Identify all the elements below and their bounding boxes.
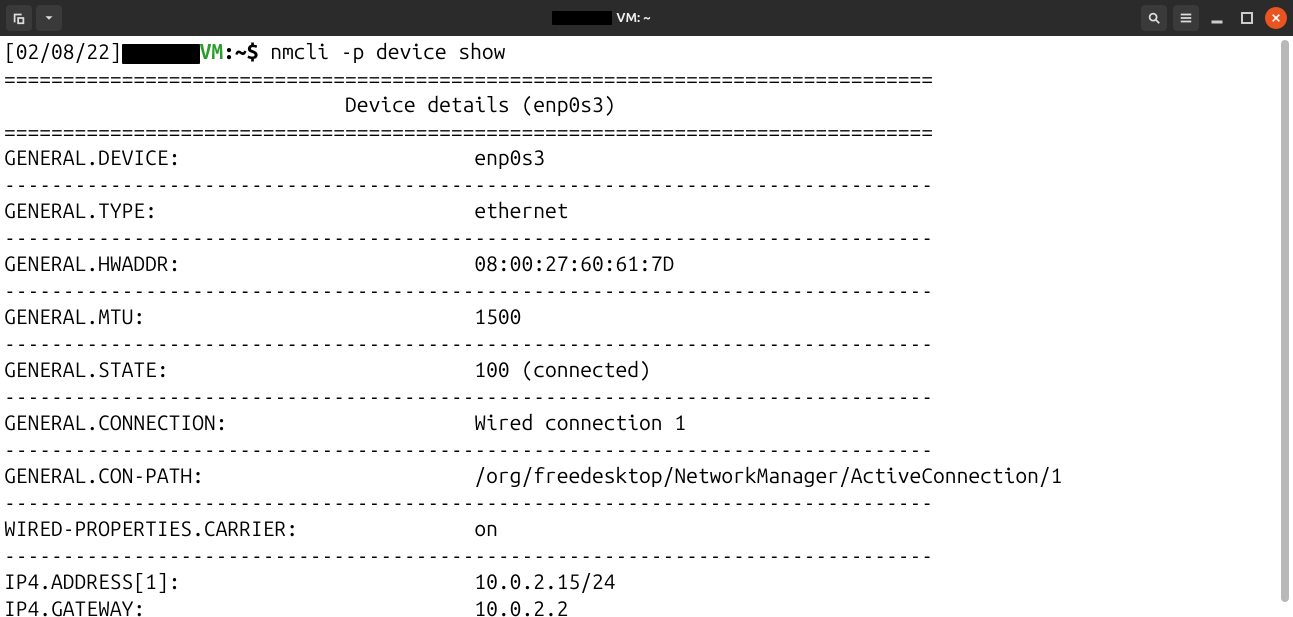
output-key: GENERAL.HWADDR: [4,251,474,275]
scrollbar-vertical[interactable] [1279,40,1291,613]
separator-dash: ----------------------------------------… [4,436,1026,463]
separator-dash: ----------------------------------------… [4,489,1026,516]
output-key: GENERAL.CON-PATH: [4,463,474,487]
output-row: GENERAL.CON-PATH: /org/freedesktop/Netwo… [4,462,1289,489]
separator-dash: ----------------------------------------… [4,542,1026,569]
hamburger-menu-button[interactable] [1173,5,1199,31]
redacted-user-prompt [122,44,200,64]
separator-dash: ----------------------------------------… [4,224,1026,251]
output-value: enp0s3 [474,145,545,169]
output-key: IP4.GATEWAY: [4,596,474,617]
separator-dash: ----------------------------------------… [4,171,1026,198]
separator-eq: ========================================… [4,118,1026,145]
output-row: GENERAL.DEVICE: enp0s3 [4,144,1289,171]
window-title: VM: ~ [68,11,1135,25]
output-row: GENERAL.TYPE: ethernet [4,197,1289,224]
prompt-host: VM [200,39,224,63]
output-value: 10.0.2.15/24 [474,569,615,593]
search-button[interactable] [1141,5,1167,31]
maximize-button[interactable] [1235,6,1259,30]
output-value: /org/freedesktop/NetworkManager/ActiveCo… [474,463,1062,487]
separator-dash: ----------------------------------------… [4,383,1026,410]
output-value: on [474,516,498,540]
tab-menu-dropdown[interactable] [36,5,62,31]
output-key: IP4.ADDRESS[1]: [4,569,474,593]
output-row: IP4.GATEWAY: 10.0.2.2 [4,595,1289,617]
output-value: Wired connection 1 [474,410,686,434]
output-value: 08:00:27:60:61:7D [474,251,674,275]
redacted-user [552,11,612,25]
prompt-symbol: $ [247,39,259,63]
prompt-date: [02/08/22] [4,39,122,63]
output-row: GENERAL.MTU: 1500 [4,303,1289,330]
prompt-line: [02/08/22] VM:~$ nmcli -p device show [4,38,1289,65]
output-row: GENERAL.HWADDR: 08:00:27:60:61:7D [4,250,1289,277]
scrollbar-thumb[interactable] [1281,40,1289,602]
output-key: GENERAL.STATE: [4,357,474,381]
output-key: GENERAL.TYPE: [4,198,474,222]
prompt-command: nmcli -p device show [270,39,505,63]
separator-dash: ----------------------------------------… [4,277,1026,304]
output-value: 100 (connected) [474,357,650,381]
terminal-output[interactable]: [02/08/22] VM:~$ nmcli -p device show===… [0,36,1293,617]
output-value: ethernet [474,198,568,222]
output-key: GENERAL.DEVICE: [4,145,474,169]
output-key: GENERAL.MTU: [4,304,474,328]
output-value: 1500 [474,304,521,328]
new-tab-button[interactable] [6,5,32,31]
window-titlebar: VM: ~ [0,0,1293,36]
output-value: 10.0.2.2 [474,596,568,617]
separator-dash: ----------------------------------------… [4,330,1026,357]
separator-eq: ========================================… [4,65,1026,92]
minimize-button[interactable] [1205,6,1229,30]
output-row: GENERAL.STATE: 100 (connected) [4,356,1289,383]
output-key: WIRED-PROPERTIES.CARRIER: [4,516,474,540]
prompt-path: :~ [223,39,247,63]
close-button[interactable] [1265,7,1287,29]
output-header: Device details (enp0s3) [4,91,1026,118]
output-row: WIRED-PROPERTIES.CARRIER: on [4,515,1289,542]
output-row: IP4.ADDRESS[1]: 10.0.2.15/24 [4,568,1289,595]
output-key: GENERAL.CONNECTION: [4,410,474,434]
output-row: GENERAL.CONNECTION: Wired connection 1 [4,409,1289,436]
